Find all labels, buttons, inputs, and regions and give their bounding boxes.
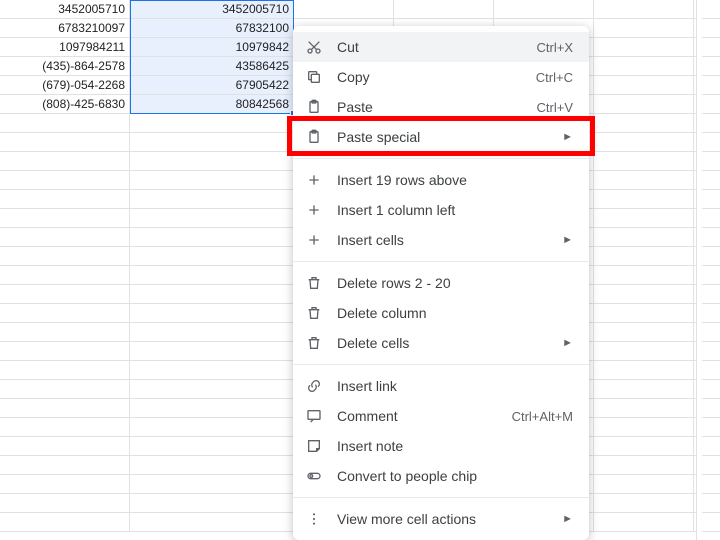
menu-label: Insert cells — [337, 232, 548, 248]
menu-separator — [293, 364, 589, 365]
menu-delete-column[interactable]: Delete column — [293, 298, 589, 328]
note-icon — [305, 438, 323, 454]
paste-icon — [305, 129, 323, 145]
cell[interactable]: 67905422 — [130, 76, 294, 94]
cell[interactable] — [494, 0, 594, 18]
cell[interactable]: (679)-054-2268 — [0, 76, 130, 94]
trash-icon — [305, 335, 323, 351]
cell[interactable]: 1097984211 — [0, 38, 130, 56]
cell[interactable]: 3452005710 — [130, 0, 294, 18]
trash-icon — [305, 305, 323, 321]
menu-separator — [293, 158, 589, 159]
cell[interactable] — [594, 19, 694, 37]
menu-insert-cells[interactable]: Insert cells ► — [293, 225, 589, 255]
menu-label: Paste special — [337, 129, 548, 145]
cell[interactable]: 6783210097 — [0, 19, 130, 37]
people-chip-icon — [305, 468, 323, 484]
trash-icon — [305, 275, 323, 291]
plus-icon — [305, 172, 323, 188]
cell[interactable] — [594, 95, 694, 113]
menu-copy[interactable]: Copy Ctrl+C — [293, 62, 589, 92]
menu-delete-cells[interactable]: Delete cells ► — [293, 328, 589, 358]
menu-people-chip[interactable]: Convert to people chip — [293, 461, 589, 491]
menu-label: Delete rows 2 - 20 — [337, 275, 573, 291]
cell[interactable] — [294, 0, 394, 18]
more-icon — [305, 511, 323, 527]
cell[interactable] — [594, 38, 694, 56]
cell[interactable]: 43586425 — [130, 57, 294, 75]
copy-icon — [305, 69, 323, 85]
menu-shortcut: Ctrl+V — [537, 100, 573, 115]
menu-insert-rows[interactable]: Insert 19 rows above — [293, 165, 589, 195]
right-sheet-edge — [696, 0, 702, 540]
cell[interactable]: (808)-425-6830 — [0, 95, 130, 113]
context-menu: Cut Ctrl+X Copy Ctrl+C Paste Ctrl+V Past… — [293, 26, 589, 540]
menu-shortcut: Ctrl+X — [537, 40, 573, 55]
menu-insert-link[interactable]: Insert link — [293, 371, 589, 401]
plus-icon — [305, 202, 323, 218]
menu-insert-column[interactable]: Insert 1 column left — [293, 195, 589, 225]
menu-insert-note[interactable]: Insert note — [293, 431, 589, 461]
menu-separator — [293, 497, 589, 498]
menu-separator — [293, 261, 589, 262]
menu-shortcut: Ctrl+C — [536, 70, 573, 85]
menu-delete-rows[interactable]: Delete rows 2 - 20 — [293, 268, 589, 298]
comment-icon — [305, 408, 323, 424]
menu-label: Convert to people chip — [337, 468, 573, 484]
cell[interactable] — [394, 0, 494, 18]
menu-label: View more cell actions — [337, 511, 548, 527]
cell[interactable] — [594, 0, 694, 18]
menu-paste-special[interactable]: Paste special ► — [293, 122, 589, 152]
cell[interactable]: 67832100 — [130, 19, 294, 37]
menu-label: Cut — [337, 39, 523, 55]
menu-label: Insert link — [337, 378, 573, 394]
menu-more-actions[interactable]: View more cell actions ► — [293, 504, 589, 534]
menu-label: Copy — [337, 69, 522, 85]
menu-label: Insert 19 rows above — [337, 172, 573, 188]
cell[interactable]: 10979842 — [130, 38, 294, 56]
cell[interactable]: 3452005710 — [0, 0, 130, 18]
menu-comment[interactable]: Comment Ctrl+Alt+M — [293, 401, 589, 431]
paste-icon — [305, 99, 323, 115]
submenu-arrow-icon: ► — [562, 234, 573, 246]
submenu-arrow-icon: ► — [562, 131, 573, 143]
cell[interactable]: (435)-864-2578 — [0, 57, 130, 75]
menu-label: Delete cells — [337, 335, 548, 351]
menu-shortcut: Ctrl+Alt+M — [512, 409, 573, 424]
menu-label: Paste — [337, 99, 523, 115]
submenu-arrow-icon: ► — [562, 513, 573, 525]
menu-label: Comment — [337, 408, 498, 424]
menu-label: Insert 1 column left — [337, 202, 573, 218]
menu-paste[interactable]: Paste Ctrl+V — [293, 92, 589, 122]
cell[interactable]: 80842568 — [130, 95, 294, 113]
cell[interactable] — [594, 57, 694, 75]
cut-icon — [305, 39, 323, 55]
menu-label: Delete column — [337, 305, 573, 321]
menu-label: Insert note — [337, 438, 573, 454]
cell[interactable] — [594, 76, 694, 94]
plus-icon — [305, 232, 323, 248]
submenu-arrow-icon: ► — [562, 337, 573, 349]
link-icon — [305, 378, 323, 394]
menu-cut[interactable]: Cut Ctrl+X — [293, 32, 589, 62]
